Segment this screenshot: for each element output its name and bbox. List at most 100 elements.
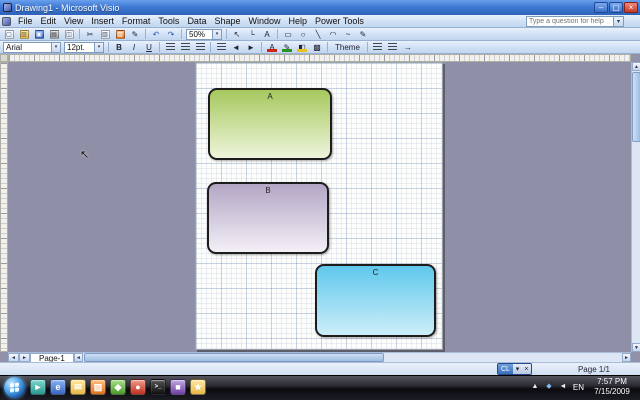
drawing-canvas-area[interactable]: A B C ↖ (8, 62, 631, 352)
star-app-icon[interactable]: ★ (190, 379, 206, 395)
open-button[interactable]: ▨ (17, 28, 31, 40)
menu-insert[interactable]: Insert (87, 16, 118, 26)
scroll-up-button[interactable]: ▲ (632, 62, 640, 71)
font-combo[interactable]: Arial ▾ (3, 42, 61, 53)
page-tab[interactable]: Page-1 (30, 353, 74, 362)
fill-color-button[interactable]: ◧ (295, 41, 309, 53)
scroll-left-button[interactable]: ◄ (74, 353, 83, 362)
tray-chevron-icon[interactable]: ▲ (530, 382, 540, 392)
menu-format[interactable]: Format (118, 16, 155, 26)
language-bar-close-icon[interactable]: × (522, 364, 531, 374)
internet-explorer-icon[interactable]: e (50, 379, 66, 395)
horizontal-scroll-thumb[interactable] (84, 353, 384, 362)
new-icon: ▢ (5, 30, 14, 39)
language-bar-dropdown-icon[interactable]: ▾ (513, 364, 522, 374)
text-tool-button[interactable]: A (260, 28, 274, 40)
font-color-button[interactable]: A (265, 41, 279, 53)
horizontal-scrollbar[interactable]: ◄ ► (74, 353, 631, 362)
shape-c[interactable]: C (315, 264, 436, 337)
first-page-button[interactable]: ◄ (8, 353, 19, 362)
vertical-scrollbar[interactable]: ▲ ▼ (631, 62, 640, 352)
rectangle-tool-button[interactable]: ▭ (281, 28, 295, 40)
line-pattern-button[interactable] (386, 41, 400, 53)
scroll-down-button[interactable]: ▼ (632, 343, 640, 352)
tray-volume-icon[interactable]: ◄ (558, 382, 568, 392)
app-purple-icon[interactable]: ■ (170, 379, 186, 395)
underline-button[interactable]: U (142, 41, 156, 53)
line-tool-button[interactable]: ╲ (311, 28, 325, 40)
undo-button[interactable]: ↶ (149, 28, 163, 40)
ellipse-tool-button[interactable]: ○ (296, 28, 310, 40)
theme-button[interactable]: Theme (331, 41, 364, 53)
menu-shape[interactable]: Shape (210, 16, 244, 26)
scroll-right-button[interactable]: ► (622, 353, 631, 362)
arc-tool-button[interactable]: ◠ (326, 28, 340, 40)
tray-language-indicator[interactable]: EN (573, 383, 584, 392)
bullets-button[interactable] (214, 41, 228, 53)
media-player-icon[interactable]: ► (30, 379, 46, 395)
new-button[interactable]: ▢ (2, 28, 16, 40)
decrease-indent-button[interactable]: ◄ (229, 41, 243, 53)
line-ends-button[interactable]: → (401, 41, 415, 53)
redo-button[interactable]: ↷ (164, 28, 178, 40)
line-color-button[interactable]: ✎ (280, 41, 294, 53)
connector-tool-button[interactable]: └ (245, 28, 259, 40)
font-size-combo[interactable]: 12pt. ▾ (64, 42, 104, 53)
document-icon (2, 17, 11, 26)
align-left-button[interactable] (163, 41, 177, 53)
zoom-combo[interactable]: 50% ▾ (186, 29, 222, 40)
align-center-button[interactable] (178, 41, 192, 53)
app-green-icon[interactable]: ◆ (110, 379, 126, 395)
quick-launch: ► e ✉ ▨ ◆ ● >_ ■ ★ (30, 379, 206, 395)
menu-view[interactable]: View (60, 16, 87, 26)
menu-file[interactable]: File (14, 16, 37, 26)
language-bar: CL ▾ × (497, 363, 532, 375)
minimize-button[interactable]: – (594, 2, 608, 13)
paste-button[interactable]: ▧ (113, 28, 127, 40)
bold-button[interactable]: B (112, 41, 126, 53)
menu-edit[interactable]: Edit (37, 16, 61, 26)
print-preview-button[interactable]: ◫ (62, 28, 76, 40)
increase-indent-button[interactable]: ► (244, 41, 258, 53)
menu-tools[interactable]: Tools (154, 16, 183, 26)
start-button[interactable] (4, 377, 25, 398)
menu-help[interactable]: Help (285, 16, 312, 26)
format-painter-button[interactable]: ✎ (128, 28, 142, 40)
mail-icon[interactable]: ✉ (70, 379, 86, 395)
language-bar-label[interactable]: CL (498, 364, 513, 374)
help-dropdown-icon[interactable]: ▾ (613, 17, 623, 26)
shape-b[interactable]: B (207, 182, 329, 254)
shape-a[interactable]: A (208, 88, 332, 160)
font-size-dropdown-icon[interactable]: ▾ (94, 43, 103, 52)
vertical-scroll-thumb[interactable] (632, 72, 640, 142)
line-weight-button[interactable] (371, 41, 385, 53)
copy-button[interactable]: ▥ (98, 28, 112, 40)
print-button[interactable]: ▤ (47, 28, 61, 40)
toolbar-separator (159, 42, 160, 52)
tray-shield-icon[interactable]: ◆ (544, 382, 554, 392)
maximize-button[interactable]: ▢ (609, 2, 623, 13)
zoom-dropdown-icon[interactable]: ▾ (212, 30, 221, 39)
drawing-page[interactable]: A B C (195, 62, 443, 350)
command-prompt-icon[interactable]: >_ (150, 379, 166, 395)
shadow-button[interactable]: ▩ (310, 41, 324, 53)
pencil-tool-button[interactable]: ✎ (356, 28, 370, 40)
taskbar-clock[interactable]: 7:57 PM 7/15/2009 (588, 377, 636, 397)
align-right-button[interactable] (193, 41, 207, 53)
title-bar: Drawing1 - Microsoft Visio – ▢ × (0, 0, 640, 15)
app-red-icon[interactable]: ● (130, 379, 146, 395)
folder-icon[interactable]: ▨ (90, 379, 106, 395)
menu-window[interactable]: Window (244, 16, 284, 26)
toolbar-separator (327, 42, 328, 52)
menu-power-tools[interactable]: Power Tools (311, 16, 368, 26)
help-question-input[interactable] (527, 18, 613, 25)
pointer-tool-button[interactable]: ↖ (230, 28, 244, 40)
cut-button[interactable]: ✂ (83, 28, 97, 40)
menu-data[interactable]: Data (183, 16, 210, 26)
font-dropdown-icon[interactable]: ▾ (51, 43, 60, 52)
next-page-button[interactable]: ► (19, 353, 30, 362)
save-button[interactable]: ▣ (32, 28, 46, 40)
freeform-tool-button[interactable]: ~ (341, 28, 355, 40)
close-button[interactable]: × (624, 2, 638, 13)
italic-button[interactable]: I (127, 41, 141, 53)
